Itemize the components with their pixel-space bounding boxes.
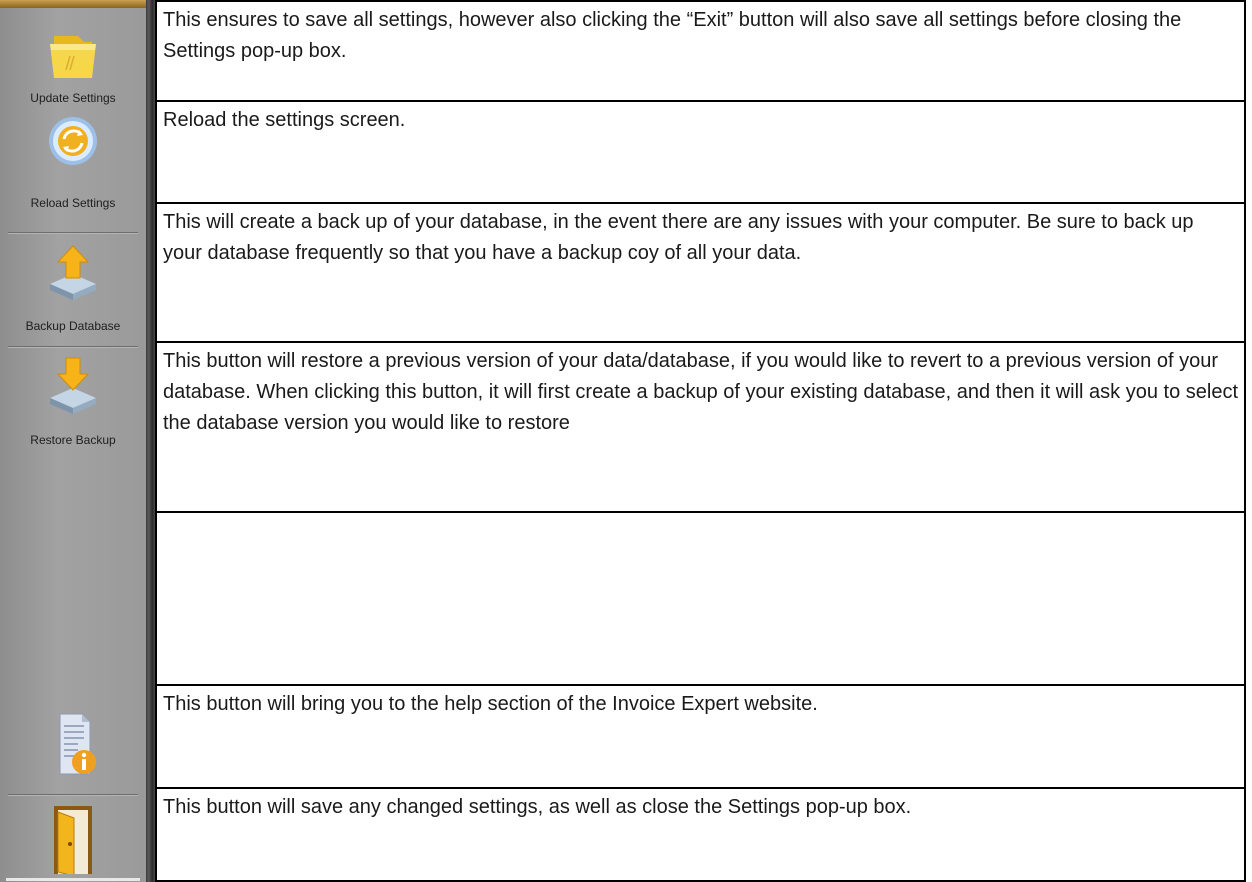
backup-database-button[interactable]: Backup Database (0, 236, 146, 344)
table-row: Reload the settings screen. (155, 100, 1246, 204)
restore-download-icon (40, 356, 106, 416)
restore-backup-label: Restore Backup (30, 433, 116, 447)
update-settings-button[interactable]: Update Settings (0, 18, 146, 108)
reload-settings-button[interactable]: Reload Settings (0, 108, 146, 226)
help-description: This button will bring you to the help s… (155, 684, 1246, 789)
restore-backup-description: This button will restore a previous vers… (155, 341, 1246, 513)
table-row: This button will save any changed settin… (155, 787, 1246, 882)
table-row: This button will restore a previous vers… (155, 341, 1246, 513)
toolbar-top-accent (0, 0, 146, 8)
toolbar-bottom-edge (6, 878, 140, 881)
settings-toolbar: Update Settings Reload Settings Backup D… (0, 0, 146, 882)
restore-backup-button[interactable]: Restore Backup (0, 350, 146, 450)
table-row: This will create a back up of your datab… (155, 202, 1246, 343)
settings-descriptions-table: This ensures to save all settings, howev… (155, 0, 1246, 882)
empty-description (155, 511, 1246, 686)
reload-settings-label: Reload Settings (30, 196, 116, 210)
update-settings-description: This ensures to save all settings, howev… (155, 0, 1246, 102)
backup-database-label: Backup Database (25, 319, 121, 333)
toolbar-separator (8, 794, 138, 796)
refresh-icon (40, 113, 106, 169)
exit-description: This button will save any changed settin… (155, 787, 1246, 882)
help-button[interactable] (0, 690, 146, 786)
toolbar-separator (8, 346, 138, 348)
exit-button[interactable] (0, 800, 146, 876)
table-row (155, 511, 1246, 686)
table-row: This ensures to save all settings, howev… (155, 0, 1246, 102)
update-settings-label: Update Settings (30, 91, 116, 105)
toolbar-separator (8, 232, 138, 234)
table-row: This button will bring you to the help s… (155, 684, 1246, 789)
exit-door-icon (40, 804, 106, 874)
reload-settings-description: Reload the settings screen. (155, 100, 1246, 204)
toolbar-divider-bar (146, 0, 155, 882)
backup-upload-icon (40, 242, 106, 302)
backup-database-description: This will create a back up of your datab… (155, 202, 1246, 343)
folder-icon (40, 26, 106, 82)
help-info-icon (40, 710, 106, 780)
